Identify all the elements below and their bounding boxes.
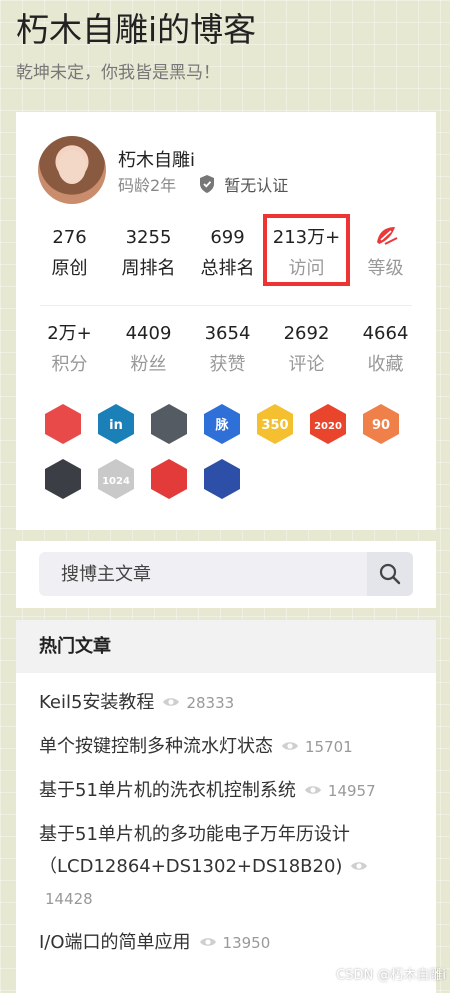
- badge-text: 2020: [314, 421, 342, 432]
- stat-value: 4409: [125, 323, 172, 344]
- badge-text: 350: [261, 418, 288, 433]
- code-age: 码龄2年: [118, 176, 177, 195]
- hot-article-title[interactable]: 单个按键控制多种流水灯状态: [39, 736, 273, 757]
- stat-comments[interactable]: 2692 评论: [267, 320, 346, 382]
- stat-label: 访问: [288, 258, 325, 279]
- stat-label: 原创: [51, 258, 88, 279]
- hot-article-item[interactable]: 单个按键控制多种流水灯状态 15701: [39, 731, 413, 763]
- stat-value: 2万+: [47, 323, 92, 344]
- stat-label: 等级: [367, 258, 404, 279]
- eye-icon: [162, 687, 180, 719]
- badge-list: in 脉 350 2020 90 1024: [42, 402, 422, 501]
- monkey-badge-icon[interactable]: [42, 402, 84, 446]
- hot-article-title[interactable]: Keil5安装教程: [39, 692, 154, 713]
- hot-article-title[interactable]: 基于51单片机的多功能电子万年历设计（LCD12864+DS1302+DS18B…: [39, 824, 350, 877]
- stats-row-secondary: 2万+ 积分 4409 粉丝 3654 获赞 2692 评论 4664 收藏: [16, 320, 436, 382]
- view-count: 14428: [45, 890, 93, 908]
- stat-fans[interactable]: 4409 粉丝: [109, 320, 188, 382]
- stat-weekly-rank[interactable]: 3255 周排名: [109, 224, 188, 286]
- stat-label: 周排名: [121, 258, 176, 279]
- stat-value: 3654: [204, 323, 251, 344]
- badge-text: 脉: [214, 417, 229, 433]
- stat-label: 获赞: [209, 354, 246, 375]
- profile-card: 朽木自雕i 码龄2年 暂无认证 276 原创 3255 周排名 699 总排名 …: [16, 112, 436, 530]
- 2020-badge-icon[interactable]: 2020: [307, 402, 349, 446]
- hot-article-item[interactable]: I/O端口的简单应用 13950: [39, 927, 413, 959]
- stats-divider: [40, 305, 412, 306]
- stat-likes[interactable]: 3654 获赞: [188, 320, 267, 382]
- code-badge-icon[interactable]: [42, 457, 84, 501]
- eye-icon: [304, 775, 322, 807]
- eye-icon: [281, 731, 299, 763]
- stat-label: 评论: [288, 354, 325, 375]
- stat-label: 收藏: [367, 354, 404, 375]
- eye-icon: [350, 851, 368, 883]
- search-card: [16, 541, 436, 608]
- hot-articles-card: 热门文章 Keil5安装教程 28333 单个按键控制多种流水灯状态 15701 基于5…: [16, 620, 436, 993]
- badge-text: in: [109, 418, 123, 433]
- view-count: 13950: [222, 934, 271, 952]
- hot-article-item[interactable]: 基于51单片机的洗衣机控制系统 14957: [39, 775, 413, 807]
- shield-icon: [198, 174, 216, 194]
- search-icon: [379, 563, 401, 585]
- hot-article-item[interactable]: 基于51单片机的多功能电子万年历设计（LCD12864+DS1302+DS18B…: [39, 819, 413, 915]
- search-box: [39, 552, 413, 596]
- github-badge-icon[interactable]: [148, 402, 190, 446]
- profile-meta: 码龄2年 暂无认证: [118, 172, 288, 196]
- stat-value: 3255: [125, 227, 172, 248]
- pen-badge-icon[interactable]: [148, 457, 190, 501]
- stat-value: 2692: [283, 323, 330, 344]
- watermark: CSDN @朽木自雕i: [336, 968, 446, 983]
- avatar[interactable]: [38, 136, 106, 204]
- stat-level[interactable]: 等级: [346, 224, 425, 286]
- hot-articles-title: 热门文章: [16, 620, 436, 673]
- hot-articles-list: Keil5安装教程 28333 单个按键控制多种流水灯状态 15701 基于51单片机的…: [16, 673, 436, 959]
- stat-label: 总排名: [200, 258, 255, 279]
- eye-icon: [199, 927, 217, 959]
- stat-value: 699: [210, 227, 245, 248]
- view-count: 14957: [327, 782, 376, 800]
- search-button[interactable]: [367, 552, 413, 596]
- stat-value: 276: [52, 227, 87, 248]
- stat-visits[interactable]: 213万+ 访问: [263, 214, 350, 286]
- hot-article-title[interactable]: I/O端口的简单应用: [39, 932, 191, 953]
- stat-points[interactable]: 2万+ 积分: [30, 320, 109, 382]
- stat-label: 积分: [51, 354, 88, 375]
- stats-row-primary: 276 原创 3255 周排名 699 总排名 213万+ 访问 等级: [16, 214, 436, 286]
- stat-label: 粉丝: [130, 354, 167, 375]
- username[interactable]: 朽木自雕i: [118, 146, 195, 172]
- 1024-badge-icon[interactable]: 1024: [95, 457, 137, 501]
- stat-value: 213万+: [272, 227, 341, 248]
- linkedin-badge-icon[interactable]: in: [95, 402, 137, 446]
- stat-original[interactable]: 276 原创: [30, 224, 109, 286]
- blog-header: 朽木自雕i的博客 乾坤未定，你我皆是黑马！: [16, 8, 256, 83]
- stat-value: 4664: [362, 323, 409, 344]
- certification-status[interactable]: 暂无认证: [224, 172, 288, 196]
- view-count: 15701: [305, 738, 353, 756]
- blog-title[interactable]: 朽木自雕i的博客: [16, 8, 256, 52]
- level-icon: [346, 224, 425, 252]
- rocket-badge-icon[interactable]: [201, 457, 243, 501]
- view-count: 28333: [186, 694, 235, 712]
- blog-subtitle: 乾坤未定，你我皆是黑马！: [16, 63, 220, 83]
- stat-total-rank[interactable]: 699 总排名: [188, 224, 267, 286]
- badge-text: 90: [372, 418, 390, 433]
- 350-days-badge-icon[interactable]: 350: [254, 402, 296, 446]
- hot-article-item[interactable]: Keil5安装教程 28333: [39, 687, 413, 719]
- stat-favorites[interactable]: 4664 收藏: [346, 320, 425, 382]
- 90s-badge-icon[interactable]: 90: [360, 402, 402, 446]
- badge-text: 1024: [102, 476, 130, 487]
- search-input[interactable]: [39, 552, 369, 596]
- hot-article-title[interactable]: 基于51单片机的洗衣机控制系统: [39, 780, 296, 801]
- maimai-badge-icon[interactable]: 脉: [201, 402, 243, 446]
